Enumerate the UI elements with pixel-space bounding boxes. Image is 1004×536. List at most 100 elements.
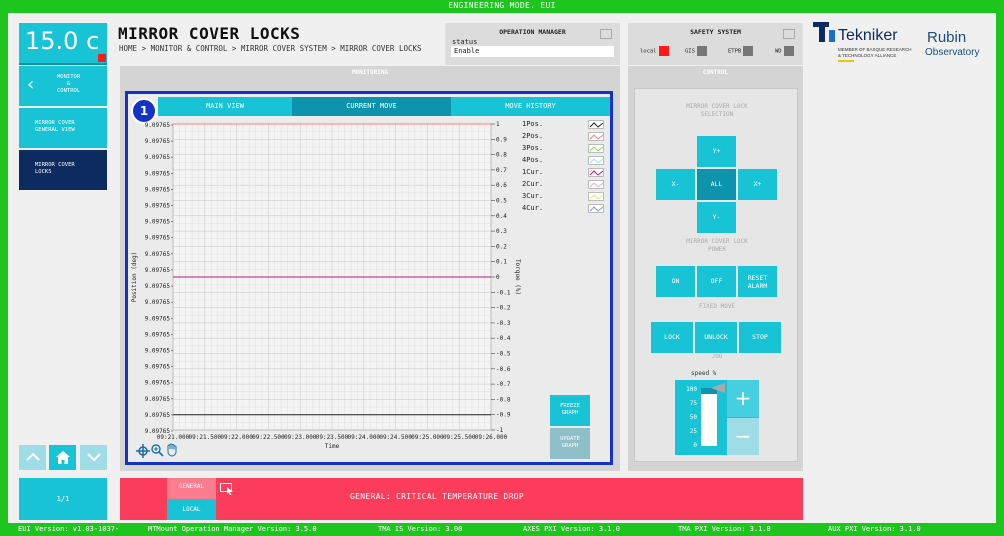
speed-minus-button[interactable]: − <box>727 418 759 455</box>
legend-label: 2Pos. <box>522 132 544 140</box>
pin-icon[interactable] <box>783 29 795 39</box>
legend-entry: 1Pos. <box>522 120 610 132</box>
speed-plus-button[interactable]: + <box>727 380 759 417</box>
stop-button[interactable]: STOP <box>738 321 782 354</box>
y2-tick-label: -0.6 <box>496 366 511 373</box>
chevron-up-icon <box>25 452 40 461</box>
fixed-move-title: FIXED MOVE <box>698 303 736 310</box>
pin-icon[interactable] <box>600 29 612 39</box>
unlock-button[interactable]: UNLOCK <box>694 321 738 354</box>
tab-main-view[interactable]: MAIN VIEW <box>158 97 292 116</box>
update-graph-button[interactable]: UPDATE GRAPH <box>550 428 590 459</box>
legend-swatch <box>588 180 604 189</box>
x-tick-label: 09:21.000 <box>157 434 190 441</box>
speed-label: speed % <box>691 370 717 377</box>
cursor-pointer-icon[interactable] <box>220 483 234 495</box>
power-off-button[interactable]: OFF <box>696 265 737 298</box>
legend-label: 3Pos. <box>522 144 544 152</box>
legend-swatch <box>588 156 604 165</box>
y-plus-button[interactable]: Y+ <box>696 135 737 168</box>
x-minus-button[interactable]: X- <box>655 168 696 201</box>
legend-label: 4Pos. <box>522 156 544 164</box>
y-tick-label: 9.09765 <box>145 138 171 145</box>
tab-current-move[interactable]: CURRENT MOVE <box>292 97 451 116</box>
alarm-tab-local[interactable]: LOCAL <box>167 499 216 520</box>
pan-hand-icon[interactable] <box>166 443 178 457</box>
scroll-down-button[interactable] <box>80 445 107 470</box>
y2-tick-label: 0 <box>496 274 500 281</box>
observatory-name: Observatory <box>925 47 980 58</box>
chevron-left-icon: ‹ <box>27 74 35 95</box>
operation-manager-header: OPERATION MANAGER <box>499 28 566 36</box>
legend-swatch-line <box>589 146 603 152</box>
reset-alarm-button[interactable]: RESET ALARM <box>737 265 778 298</box>
nav-mirror-cover-general-view[interactable]: MIRROR COVER GENERAL VIEW <box>19 108 107 148</box>
y2-tick-label: 0.4 <box>496 213 507 220</box>
chevron-down-icon <box>86 453 101 462</box>
y-tick-label: 9.09765 <box>145 203 171 210</box>
speed-tick: 100 <box>686 386 697 393</box>
nav-label: MIRROR COVER GENERAL VIEW <box>35 120 75 133</box>
jog-speed-widget: 100 75 50 25 0 + − <box>675 380 759 455</box>
y2-axis-label: Torque (%) <box>514 259 521 295</box>
crosshair-icon[interactable] <box>136 444 150 458</box>
tab-move-history[interactable]: MOVE HISTORY <box>451 97 610 116</box>
y-tick-label: 9.09765 <box>145 251 171 258</box>
axes-pxi-version: AXES PXI Version: 3.1.0 <box>523 525 620 533</box>
operation-manager-panel: OPERATION MANAGER status Enable <box>445 23 620 65</box>
speed-slider-track[interactable] <box>701 388 717 446</box>
y-minus-button[interactable]: Y- <box>696 201 737 234</box>
power-on-button[interactable]: ON <box>655 265 696 298</box>
y-tick-label: 9.09765 <box>145 380 171 387</box>
y2-tick-label: 0.2 <box>496 243 507 250</box>
x-tick-label: 09:21.500 <box>189 434 222 441</box>
speed-tick: 75 <box>689 400 697 407</box>
scroll-up-button[interactable] <box>19 445 46 470</box>
page-indicator: 1/1 <box>19 478 107 520</box>
y2-tick-label: -0.4 <box>496 335 511 342</box>
speed-slider-handle-icon[interactable] <box>711 383 725 393</box>
x-tick-label: 09:23.500 <box>316 434 349 441</box>
y-tick-label: 9.09765 <box>145 186 171 193</box>
alarm-tab-general[interactable]: GENERAL <box>167 478 216 499</box>
legend-swatch-line <box>589 182 603 188</box>
legend-swatch-line <box>589 122 603 128</box>
speed-slider-fill <box>701 393 717 446</box>
tekniker-underline <box>838 60 854 62</box>
legend-swatch <box>588 204 604 213</box>
y2-tick-label: 0.7 <box>496 167 507 174</box>
zoom-icon[interactable] <box>151 444 164 457</box>
nav-back-monitor-control[interactable]: ‹ MONITOR & CONTROL <box>19 66 107 106</box>
x-plus-button[interactable]: X+ <box>737 168 778 201</box>
chart-legend: 1Pos. 2Pos. 3Pos. 4Pos. 1Cur. 2Cur. 3Cur. 4Cur. <box>522 120 610 240</box>
rubin-name: Rubin <box>927 29 967 46</box>
lock-button[interactable]: LOCK <box>650 321 694 354</box>
x-tick-label: 09:25.500 <box>443 434 476 441</box>
footer-versions: EUI Version: v1.03-1037- MTMount Operati… <box>0 523 1004 536</box>
power-title: MIRROR COVER LOCK POWER <box>686 238 748 253</box>
y2-tick-label: 0.3 <box>496 228 507 235</box>
y-tick-label: 9.09765 <box>145 122 171 129</box>
legend-entry: 2Pos. <box>522 132 610 144</box>
temperature-display: 15.0 c <box>19 23 107 65</box>
freeze-graph-button[interactable]: FREEZE GRAPH <box>550 395 590 426</box>
safety-etpb: ETPB <box>728 46 754 57</box>
legend-entry: 3Pos. <box>522 144 610 156</box>
y-tick-label: 9.09765 <box>145 283 171 290</box>
x-tick-label: 09:22.000 <box>220 434 253 441</box>
legend-swatch-line <box>589 194 603 200</box>
mtmount-version: MTMount Operation Manager Version: 3.5.0 <box>148 525 317 533</box>
page-title: MIRROR COVER LOCKS <box>118 24 301 43</box>
legend-entry: 4Pos. <box>522 156 610 168</box>
legend-entry: 4Cur. <box>522 204 610 216</box>
legend-swatch-line <box>589 206 603 212</box>
y-tick-label: 9.09765 <box>145 412 171 419</box>
nav-mirror-cover-locks[interactable]: MIRROR COVER LOCKS <box>19 150 107 190</box>
home-button[interactable] <box>49 445 76 470</box>
legend-swatch <box>588 132 604 141</box>
alarm-message: GENERAL: CRITICAL TEMPERATURE DROP <box>350 492 524 501</box>
y2-tick-label: 1 <box>496 121 500 128</box>
all-button[interactable]: ALL <box>696 168 737 201</box>
y-tick-label: 9.09765 <box>145 219 171 226</box>
logos: Tekniker MEMBER OF BASQUE RESEARCH & TEC… <box>813 20 983 68</box>
